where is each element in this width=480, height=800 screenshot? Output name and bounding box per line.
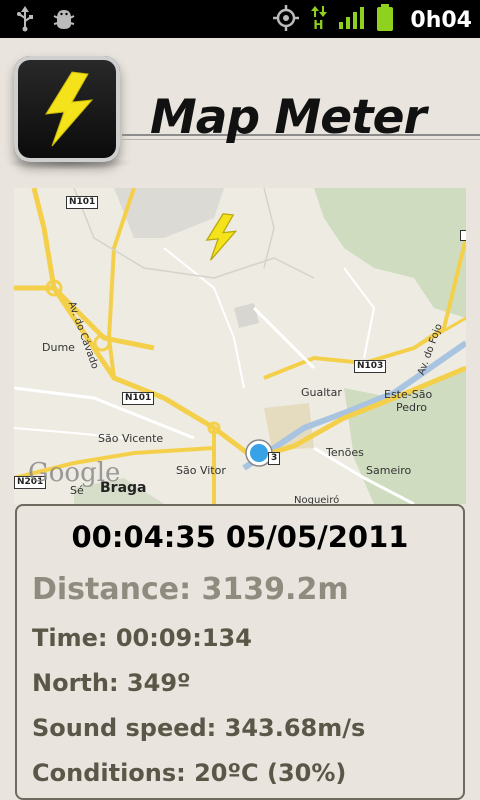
road-shield-3: 3 [268,452,281,465]
map-label-nogueiro: Nogueiró [294,495,340,504]
map-label-sameiro: Sameiro [366,464,412,477]
map-label-gualtar: Gualtar [301,386,342,399]
battery-icon [376,4,394,36]
time-readout: Time: 00:09:134 [32,624,252,652]
road-shield-n103: N103 [354,360,387,373]
road-shield-n101-mid: N101 [122,392,155,405]
status-bar: H 0h04 [0,0,480,38]
data-type-label: H [313,18,324,32]
app-header: Map Meter [0,38,480,178]
map-label-sao-vitor: São Vitor [176,464,226,477]
road-shield-n101: N101 [66,196,99,209]
signal-icon [338,6,366,34]
google-logo: Google [28,458,121,488]
usb-icon [14,6,36,36]
map-view[interactable]: N101 N101 N103 N201 3 Dume São Vicente S… [14,188,466,504]
lightning-marker-icon[interactable] [198,210,242,264]
north-readout: North: 349º [32,669,191,697]
map-label-tenoes: Tenões [326,446,364,459]
distance-readout: Distance: 3139.2m [32,572,349,607]
map-label-este-sao-pedro-2: Pedro [396,401,428,414]
lightning-bolt-icon [45,71,94,147]
map-label-dume: Dume [42,341,75,354]
debug-icon [52,6,76,36]
clock: 0h04 [410,7,472,33]
info-panel: 00:04:35 05/05/2011 Distance: 3139.2m Ti… [15,504,465,800]
sound-speed-readout: Sound speed: 343.68m/s [32,714,366,742]
gps-icon [272,4,300,36]
map-edge-marker [460,230,466,241]
map-label-este-sao-pedro: Este-São [384,388,433,401]
app-title: Map Meter [150,90,427,145]
app-logo [14,56,120,162]
data-transfer-icon: H [310,6,328,34]
datetime-display: 00:04:35 05/05/2011 [71,520,409,554]
conditions-readout: Conditions: 20ºC (30%) [32,759,347,787]
map-label-sao-vicente: São Vicente [98,432,164,445]
